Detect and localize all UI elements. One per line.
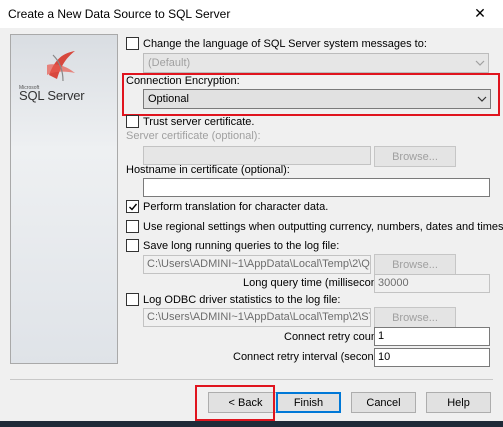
perform-translation-checkbox[interactable]	[126, 200, 139, 213]
retry-count-label: Connect retry count:	[284, 331, 384, 343]
help-button[interactable]: Help	[426, 392, 491, 413]
trust-cert-row[interactable]: Trust server certificate.	[126, 115, 254, 128]
long-query-time-label: Long query time (milliseconds):	[243, 277, 396, 289]
retry-count-input[interactable]: 1	[374, 327, 490, 346]
hostname-input[interactable]	[143, 178, 490, 197]
change-language-checkbox[interactable]	[126, 37, 139, 50]
regional-settings-checkbox[interactable]	[126, 220, 139, 233]
retry-interval-label: Connect retry interval (seconds):	[233, 351, 392, 363]
long-query-time-input: 30000	[374, 274, 490, 293]
close-icon[interactable]: ✕	[473, 6, 487, 20]
save-long-queries-label: Save long running queries to the log fil…	[143, 239, 340, 252]
server-cert-label: Server certificate (optional):	[126, 130, 261, 142]
regional-settings-label: Use regional settings when outputting cu…	[143, 220, 503, 233]
log-odbc-checkbox[interactable]	[126, 293, 139, 306]
highlight-connection-encryption	[122, 73, 500, 116]
server-cert-input	[143, 146, 371, 165]
language-value: (Default)	[148, 57, 191, 69]
taskbar	[0, 421, 503, 427]
footer-separator	[10, 379, 493, 380]
logo-sql-server-text: SQL Server	[19, 88, 85, 103]
trust-cert-checkbox[interactable]	[126, 115, 139, 128]
retry-interval-input[interactable]: 10	[374, 348, 490, 367]
checkmark-icon	[128, 203, 137, 211]
finish-button[interactable]: Finish	[276, 392, 341, 413]
odbc-stats-path-input: C:\Users\ADMINI~1\AppData\Local\Temp\2\S…	[143, 308, 371, 327]
regional-settings-row[interactable]: Use regional settings when outputting cu…	[126, 220, 503, 233]
change-language-row[interactable]: Change the language of SQL Server system…	[126, 37, 427, 50]
sql-server-logo: Microsoft SQL Server	[19, 45, 111, 105]
perform-translation-row[interactable]: Perform translation for character data.	[126, 200, 328, 213]
server-cert-browse-button: Browse...	[374, 146, 456, 167]
language-select: (Default)	[143, 53, 489, 73]
long-queries-browse-button: Browse...	[374, 254, 456, 275]
window-title: Create a New Data Source to SQL Server	[8, 7, 231, 21]
save-long-queries-row[interactable]: Save long running queries to the log fil…	[126, 239, 339, 252]
hostname-label: Hostname in certificate (optional):	[126, 164, 290, 176]
sql-server-logo-icon	[47, 51, 75, 82]
odbc-stats-browse-button: Browse...	[374, 307, 456, 328]
perform-translation-label: Perform translation for character data.	[143, 200, 329, 213]
change-language-label: Change the language of SQL Server system…	[143, 37, 427, 50]
title-bar: Create a New Data Source to SQL Server ✕	[0, 0, 503, 28]
save-long-queries-checkbox[interactable]	[126, 239, 139, 252]
trust-cert-label: Trust server certificate.	[143, 115, 255, 128]
long-queries-path-input: C:\Users\ADMINI~1\AppData\Local\Temp\2\Q…	[143, 255, 371, 274]
log-odbc-label: Log ODBC driver statistics to the log fi…	[143, 293, 341, 306]
highlight-back-button	[195, 385, 275, 421]
chevron-down-icon	[472, 60, 488, 66]
side-panel: Microsoft SQL Server	[10, 34, 118, 364]
log-odbc-row[interactable]: Log ODBC driver statistics to the log fi…	[126, 293, 340, 306]
cancel-button[interactable]: Cancel	[351, 392, 416, 413]
